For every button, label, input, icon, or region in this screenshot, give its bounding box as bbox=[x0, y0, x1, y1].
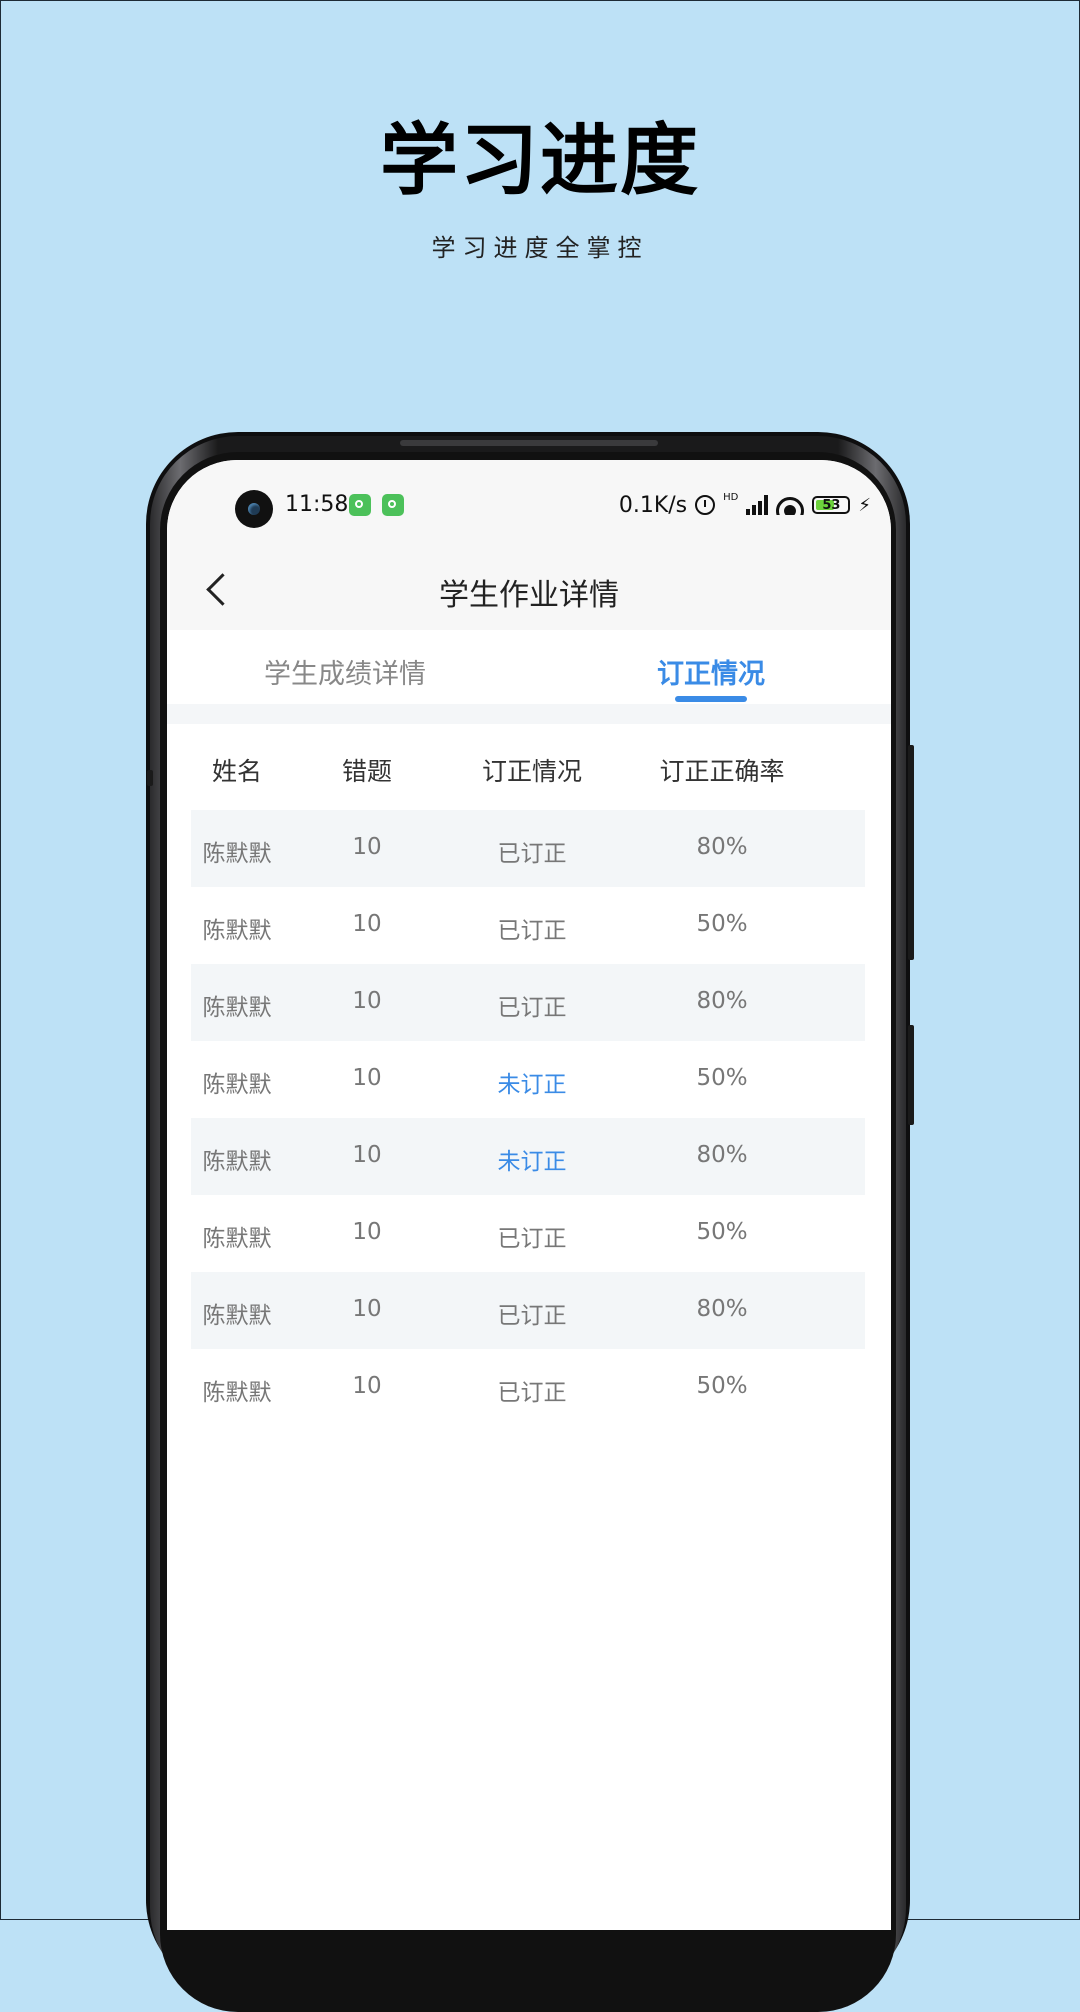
app-notification-icon bbox=[349, 494, 371, 516]
cell-name: 陈默默 bbox=[202, 995, 272, 1021]
hd-label: HD bbox=[723, 492, 739, 503]
header-errors: 错题 bbox=[341, 757, 392, 786]
front-camera bbox=[235, 490, 273, 528]
cell-rate: 50% bbox=[696, 911, 748, 937]
cell-name: 陈默默 bbox=[202, 1149, 272, 1175]
cell-errors: 10 bbox=[352, 1219, 382, 1245]
table-row[interactable]: 陈默默 10 已订正 80% bbox=[191, 964, 865, 1041]
table-row[interactable]: 陈默默 10 未订正 50% bbox=[191, 1041, 865, 1118]
table-row[interactable]: 陈默默 10 已订正 80% bbox=[191, 1272, 865, 1349]
table-row[interactable]: 陈默默 10 已订正 50% bbox=[191, 1349, 865, 1426]
alarm-icon bbox=[695, 495, 716, 515]
phone-speaker-slot bbox=[400, 440, 658, 446]
signal-icon bbox=[746, 495, 769, 515]
cell-name: 陈默默 bbox=[202, 841, 272, 867]
cell-rate: 50% bbox=[696, 1373, 748, 1399]
table-row[interactable]: 陈默默 10 已订正 80% bbox=[191, 810, 865, 887]
cell-status: 已订正 bbox=[497, 1226, 567, 1252]
cell-name: 陈默默 bbox=[202, 1226, 272, 1252]
header-status: 订正情况 bbox=[481, 757, 582, 786]
cell-errors: 10 bbox=[352, 911, 382, 937]
page-title: 学生作业详情 bbox=[439, 578, 619, 613]
status-indicators: 0.1K/s HD 53 ⚡ bbox=[619, 492, 871, 518]
battery-level: 53 bbox=[822, 497, 841, 513]
cell-rate: 80% bbox=[696, 1142, 748, 1168]
cell-errors: 10 bbox=[352, 1373, 382, 1399]
cell-rate: 50% bbox=[696, 1065, 748, 1091]
cell-rate: 50% bbox=[696, 1219, 748, 1245]
header-name: 姓名 bbox=[211, 757, 262, 786]
battery-icon: 53 bbox=[812, 496, 851, 514]
cell-name: 陈默默 bbox=[202, 918, 272, 944]
table-row[interactable]: 陈默默 10 已订正 50% bbox=[191, 1195, 865, 1272]
cell-name: 陈默默 bbox=[202, 1303, 272, 1329]
cell-errors: 10 bbox=[352, 1296, 382, 1322]
cell-status: 已订正 bbox=[497, 1380, 567, 1406]
cell-name: 陈默默 bbox=[202, 1380, 272, 1406]
cell-status: 已订正 bbox=[497, 841, 567, 867]
cell-errors: 10 bbox=[352, 834, 382, 860]
net-speed: 0.1K/s bbox=[618, 492, 688, 518]
cell-rate: 80% bbox=[696, 988, 748, 1014]
camera-lens bbox=[248, 503, 260, 515]
charging-icon: ⚡ bbox=[858, 494, 871, 516]
status-bar: 11:58 0.1K/s HD 53 ⚡ bbox=[167, 460, 891, 552]
header-rate: 订正正确率 bbox=[659, 757, 785, 786]
section-divider bbox=[167, 704, 891, 724]
table-row[interactable]: 陈默默 10 已订正 50% bbox=[191, 887, 865, 964]
promo-title: 学习进度 bbox=[379, 116, 700, 206]
phone-side-button-left bbox=[147, 770, 153, 786]
cell-errors: 10 bbox=[352, 988, 382, 1014]
cell-rate: 80% bbox=[696, 1296, 748, 1322]
table-header: 姓名 错题 订正情况 订正正确率 bbox=[167, 724, 891, 810]
phone-screen: 11:58 0.1K/s HD 53 ⚡ 学生作业详情 学生成绩详情 订正情况 … bbox=[167, 460, 891, 1930]
cell-status: 已订正 bbox=[497, 995, 567, 1021]
cell-status: 未订正 bbox=[497, 1072, 567, 1098]
table-row[interactable]: 陈默默 10 未订正 80% bbox=[191, 1118, 865, 1195]
nav-bar: 学生作业详情 bbox=[167, 552, 891, 630]
active-tab-indicator bbox=[675, 696, 747, 702]
table-body: 陈默默 10 已订正 80% 陈默默 10 已订正 50% 陈默默 10 已订正… bbox=[191, 810, 865, 1426]
cell-status: 已订正 bbox=[497, 918, 567, 944]
cell-status: 未订正 bbox=[497, 1149, 567, 1175]
promo-subtitle: 学习进度全掌控 bbox=[431, 234, 649, 262]
status-time: 11:58 bbox=[285, 492, 349, 517]
cell-name: 陈默默 bbox=[202, 1072, 272, 1098]
cell-errors: 10 bbox=[352, 1065, 382, 1091]
wifi-icon bbox=[776, 495, 805, 515]
phone-volume-button bbox=[908, 745, 914, 960]
phone-power-button bbox=[908, 1025, 914, 1125]
app-notification-icon bbox=[382, 494, 404, 516]
cell-status: 已订正 bbox=[497, 1303, 567, 1329]
cell-rate: 80% bbox=[696, 834, 748, 860]
cell-errors: 10 bbox=[352, 1142, 382, 1168]
